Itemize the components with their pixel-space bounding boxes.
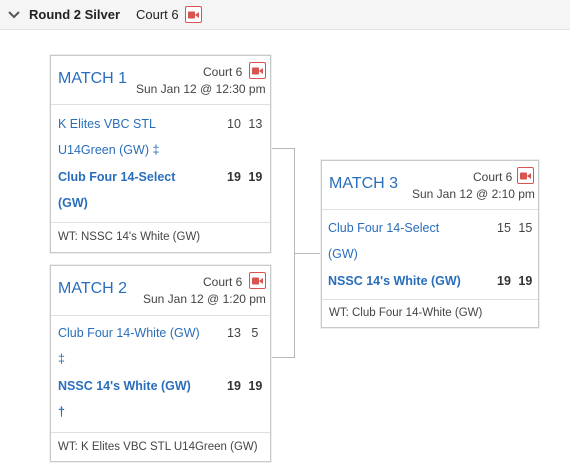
team-1-scores: 10 13 [227,111,262,137]
team-1-name[interactable]: Club Four 14-Select [328,215,439,241]
match-header: MATCH 2 Court 6 Sun Jan 12 @ 1:20 pm [51,266,270,316]
match-court: Court 6 [473,170,513,184]
work-team-label[interactable]: WT: Club Four 14-White (GW) [329,307,482,319]
work-team-label[interactable]: WT: NSSC 14's White (GW) [58,231,200,243]
video-camera-icon[interactable] [249,272,266,289]
bracket-connector [271,357,294,358]
match-header: MATCH 3 Court 6 Sun Jan 12 @ 2:10 pm [322,161,538,210]
set-2-score: 5 [251,326,259,340]
set-1-score: 13 [227,326,241,340]
round-court: Court 6 [136,7,179,22]
team-2-scores: 19 19 [497,268,532,294]
set-2-score: 15 [518,221,533,235]
set-1-score: 10 [227,117,241,131]
set-2-score: 19 [518,274,533,288]
set-1-score: 15 [497,221,511,235]
chevron-down-icon[interactable] [7,9,21,21]
set-2-score: 19 [248,170,263,184]
match-title[interactable]: MATCH 1 [58,70,127,88]
video-camera-icon[interactable] [249,62,266,79]
team-2-scores: 19 19 [227,164,262,190]
match-header: MATCH 1 Court 6 Sun Jan 12 @ 12:30 pm [51,56,270,105]
set-2-score: 13 [248,117,263,131]
video-camera-icon[interactable] [185,6,202,23]
team-2-name[interactable]: NSSC 14's White (GW) [58,373,191,399]
set-1-score: 19 [497,274,511,288]
round-header[interactable]: Round 2 Silver Court 6 [0,0,570,30]
team-1-name-cont[interactable]: (GW) [328,241,358,267]
team-2-scores: 19 19 [227,373,262,399]
match-date: Sun Jan 12 @ 2:10 pm [412,187,535,201]
set-1-score: 19 [227,170,241,184]
team-1-name-cont[interactable]: ‡ [58,346,65,372]
match-court: Court 6 [203,65,243,79]
set-2-score: 19 [248,379,263,393]
team-2-name-cont[interactable]: † [58,399,65,425]
work-team: WT: Club Four 14-White (GW) [322,299,538,327]
match-date: Sun Jan 12 @ 1:20 pm [143,292,266,306]
work-team: WT: K Elites VBC STL U14Green (GW) [51,432,270,461]
video-camera-icon[interactable] [517,167,534,184]
team-2-name[interactable]: Club Four 14-Select [58,164,175,190]
bracket-connector [294,253,321,254]
work-team: WT: NSSC 14's White (GW) [51,222,270,252]
team-2-name-cont[interactable]: (GW) [58,190,88,216]
match-date: Sun Jan 12 @ 12:30 pm [136,82,266,96]
match-card-3[interactable]: MATCH 3 Court 6 Sun Jan 12 @ 2:10 pm Clu… [321,160,539,328]
team-2-name[interactable]: NSSC 14's White (GW) [328,268,461,294]
set-1-score: 19 [227,379,241,393]
match-court: Court 6 [203,275,243,289]
match-card-2[interactable]: MATCH 2 Court 6 Sun Jan 12 @ 1:20 pm Clu… [50,265,271,462]
team-1-name[interactable]: K Elites VBC STL [58,111,156,137]
round-title: Round 2 Silver [29,7,121,22]
match-card-1[interactable]: MATCH 1 Court 6 Sun Jan 12 @ 12:30 pm K … [50,55,271,253]
bracket-connector [271,148,294,149]
team-1-scores: 13 5 [227,320,258,346]
work-team-label[interactable]: WT: K Elites VBC STL U14Green (GW) [58,441,258,453]
team-1-name-cont[interactable]: U14Green (GW) ‡ [58,137,159,163]
match-title[interactable]: MATCH 2 [58,280,127,298]
match-title[interactable]: MATCH 3 [329,175,398,193]
team-1-name[interactable]: Club Four 14-White (GW) [58,320,200,346]
team-1-scores: 15 15 [497,215,532,241]
